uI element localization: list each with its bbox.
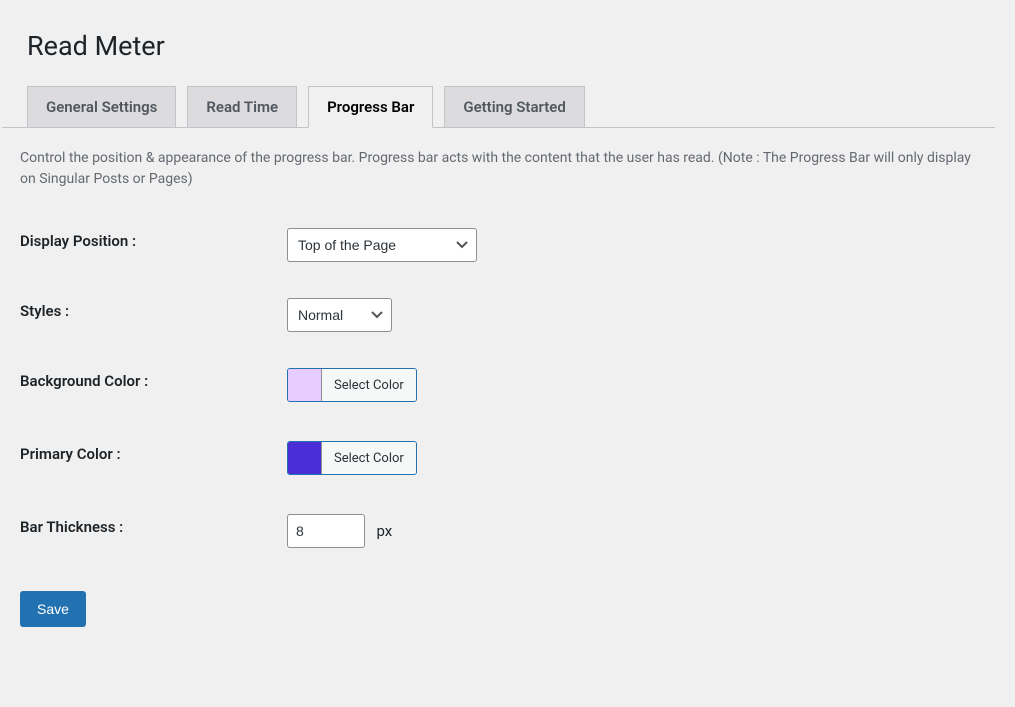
bar-thickness-label: Bar Thickness :	[2, 496, 277, 566]
primary-color-swatch	[288, 442, 322, 474]
primary-color-label: Primary Color :	[2, 423, 277, 496]
tab-description: Control the position & appearance of the…	[2, 128, 995, 200]
bar-thickness-input[interactable]	[287, 514, 365, 548]
save-button[interactable]: Save	[20, 591, 86, 627]
settings-form: Display Position : Top of the Page Style…	[2, 210, 995, 566]
background-color-label: Background Color :	[2, 350, 277, 423]
tab-general-settings[interactable]: General Settings	[27, 86, 176, 127]
background-color-picker[interactable]: Select Color	[287, 368, 417, 402]
display-position-label: Display Position :	[2, 210, 277, 280]
styles-select[interactable]: Normal	[287, 298, 392, 332]
display-position-select[interactable]: Top of the Page	[287, 228, 477, 262]
styles-label: Styles :	[2, 280, 277, 350]
bar-thickness-unit: px	[376, 522, 392, 540]
tab-bar: General Settings Read Time Progress Bar …	[2, 77, 995, 128]
background-color-button-label: Select Color	[322, 369, 416, 401]
background-color-swatch	[288, 369, 322, 401]
tab-progress-bar[interactable]: Progress Bar	[308, 86, 433, 128]
page-title: Read Meter	[2, 10, 995, 77]
tab-read-time[interactable]: Read Time	[187, 86, 297, 127]
primary-color-picker[interactable]: Select Color	[287, 441, 417, 475]
primary-color-button-label: Select Color	[322, 442, 416, 474]
tab-getting-started[interactable]: Getting Started	[444, 86, 584, 127]
